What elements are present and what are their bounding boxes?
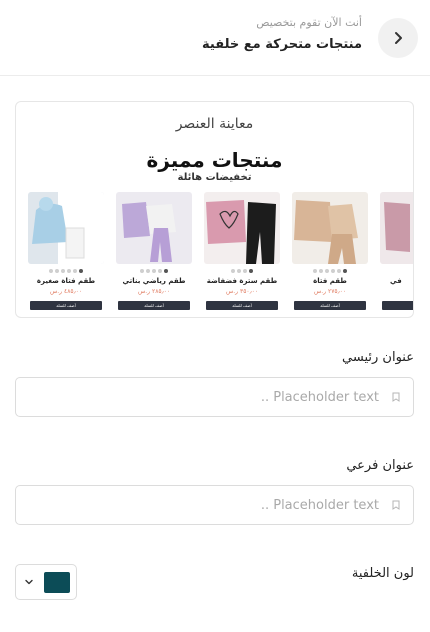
product-dots <box>292 269 368 273</box>
product-name: طقم سترة فضفاضة <box>206 277 278 285</box>
header-subtitle: أنت الآن تقوم بتخصيص <box>256 16 362 29</box>
product-image <box>204 192 280 264</box>
back-button[interactable] <box>378 18 418 58</box>
promo-title: منتجات مميزة <box>146 148 283 172</box>
add-to-cart-button[interactable]: أضف للسلة <box>30 301 102 310</box>
background-color-picker[interactable] <box>15 564 77 600</box>
text-field-icon <box>392 500 400 510</box>
color-swatch <box>44 572 70 593</box>
product-dots <box>204 269 280 273</box>
add-to-cart-button[interactable] <box>382 301 413 310</box>
product-card[interactable]: طقم فتاة صغيرة ٤٨٥٫٠٠ ر.س أضف للسلة <box>28 192 104 314</box>
promo-subtitle: تخفيضات هائلة <box>177 172 252 183</box>
header-text: أنت الآن تقوم بتخصيص منتجات متحركة مع خل… <box>202 16 362 54</box>
product-card[interactable]: طقم فتاة ٢٧٥٫٠٠ ر.س أضف للسلة <box>292 192 368 314</box>
text-field-icon <box>392 392 400 402</box>
add-to-cart-button[interactable]: أضف للسلة <box>294 301 366 310</box>
add-to-cart-button[interactable]: أضف للسلة <box>118 301 190 310</box>
sub-title-input[interactable] <box>15 485 414 525</box>
main-title-label: عنوان رئيسي <box>342 350 414 365</box>
add-to-cart-button[interactable]: أضف للسلة <box>206 301 278 310</box>
product-name: طقم فتاة صغيرة <box>36 277 96 285</box>
header-title: منتجات متحركة مع خلفية <box>202 37 362 52</box>
product-image <box>116 192 192 264</box>
product-card[interactable]: طقم رياضي بناتي ٢٨٥٫٠٠ ر.س أضف للسلة <box>116 192 192 314</box>
product-price: ٣٥٠٫٠٠ ر.س <box>225 288 259 295</box>
product-image <box>292 192 368 264</box>
product-image <box>380 192 413 264</box>
chevron-down-icon <box>25 579 33 585</box>
sub-title-label: عنوان فرعي <box>346 458 414 473</box>
product-card[interactable]: في <box>380 192 413 314</box>
product-price: ٤٨٥٫٠٠ ر.س <box>49 288 83 295</box>
background-color-label: لون الخلفية <box>351 566 414 581</box>
product-name: في <box>390 277 402 285</box>
header: أنت الآن تقوم بتخصيص منتجات متحركة مع خل… <box>0 0 430 76</box>
product-name: طقم رياضي بناتي <box>122 277 186 285</box>
preview-label: معاينة العنصر <box>175 116 254 132</box>
main-title-input[interactable] <box>15 377 414 417</box>
element-preview: معاينة العنصر منتجات مميزة تخفيضات هائلة… <box>15 101 414 318</box>
product-card[interactable]: طقم سترة فضفاضة ٣٥٠٫٠٠ ر.س أضف للسلة <box>204 192 280 314</box>
product-image <box>28 192 104 264</box>
product-price: ٢٧٥٫٠٠ ر.س <box>313 288 347 295</box>
product-dots <box>116 269 192 273</box>
product-dots <box>28 269 104 273</box>
product-price: ٢٨٥٫٠٠ ر.س <box>137 288 171 295</box>
chevron-right-icon <box>395 32 402 44</box>
product-name: طقم فتاة <box>313 277 347 285</box>
